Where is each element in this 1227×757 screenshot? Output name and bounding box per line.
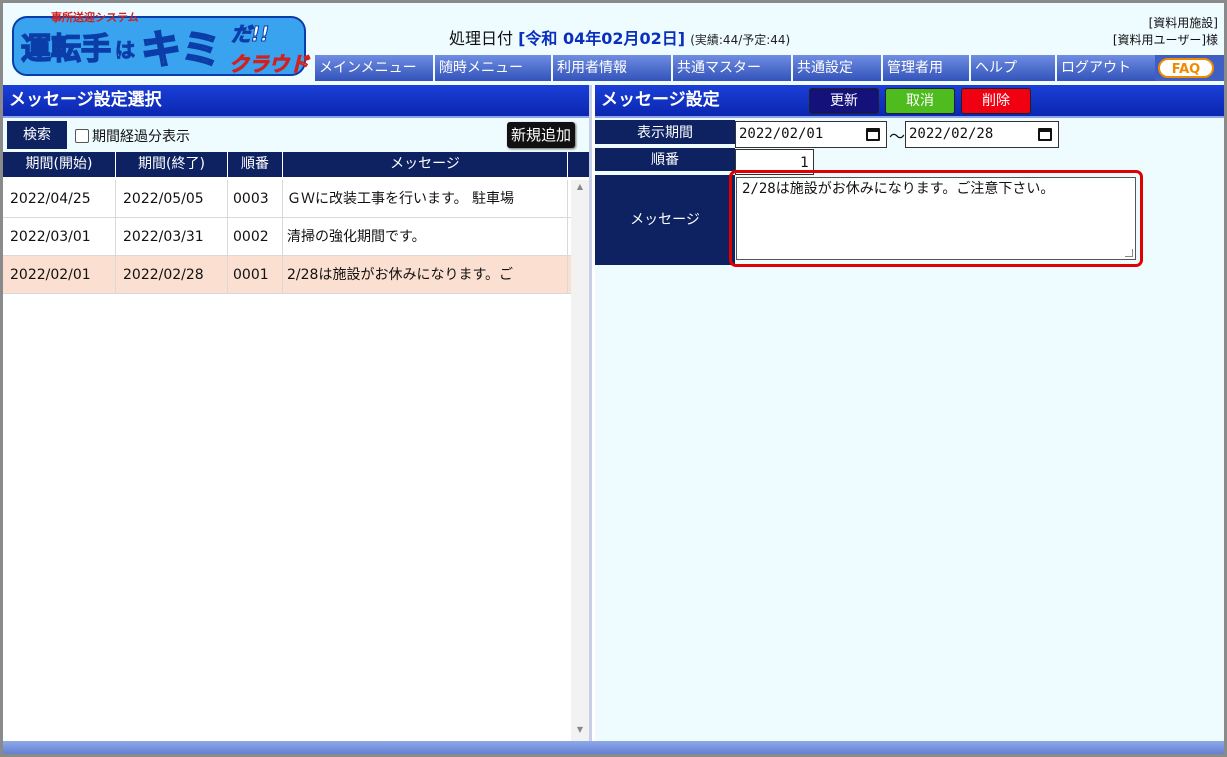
cell-order: 0002 (228, 218, 283, 255)
menu-common-settings[interactable]: 共通設定 (791, 55, 881, 81)
cell-end: 2022/03/31 (116, 218, 228, 255)
message-list-title: メッセージ設定選択 (3, 85, 589, 118)
period-end-value: 2022/02/28 (909, 126, 994, 142)
logo-text-a: 運転手 (21, 32, 111, 67)
col-end[interactable]: 期間(終了) (116, 152, 228, 177)
processing-date-value: [令和 04年02月02日] (518, 29, 686, 48)
cell-end: 2022/05/05 (116, 180, 228, 217)
elapsed-checkbox-label: 期間経過分表示 (92, 129, 190, 145)
processing-date: 処理日付 [令和 04年02月02日] (実績:44/予定:44) (449, 25, 790, 49)
menu-help[interactable]: ヘルプ (969, 55, 1055, 81)
main-menu: メインメニュー 随時メニュー 利用者情報 共通マスター 共通設定 管理者用 ヘル… (313, 55, 1224, 81)
cell-start: 2022/03/01 (3, 218, 116, 255)
menu-admin[interactable]: 管理者用 (881, 55, 969, 81)
cell-message: ＧＷに改装工事を行います。 駐車場 (283, 180, 568, 217)
search-bar: 検索 期間経過分表示 新規追加 (3, 118, 589, 152)
col-order[interactable]: 順番 (228, 152, 283, 177)
faq-icon: FAQ (1158, 58, 1214, 78)
table-row-selected[interactable]: 2022/02/01 2022/02/28 0001 2/28は施設がお休みにな… (3, 256, 589, 294)
message-edit-title: メッセージ設定 (601, 90, 720, 110)
menu-main[interactable]: メインメニュー (313, 55, 433, 81)
processing-date-label: 処理日付 (449, 29, 514, 48)
add-new-button[interactable]: 新規追加 (506, 122, 575, 148)
logo-tagline: 事所送迎システム (51, 10, 139, 24)
table-row[interactable]: 2022/04/25 2022/05/05 0003 ＧＷに改装工事を行います。… (3, 180, 589, 218)
col-start[interactable]: 期間(開始) (3, 152, 116, 177)
logo-text-e: クラウド (229, 52, 310, 76)
calendar-icon[interactable] (866, 128, 880, 141)
message-label: メッセージ (595, 175, 735, 265)
period-separator: ～ (889, 127, 906, 146)
col-message[interactable]: メッセージ (283, 152, 568, 177)
svg-text:FAQ: FAQ (1172, 62, 1201, 77)
message-edit-header: メッセージ設定 更新 取消 削除 (595, 85, 1224, 118)
message-textarea[interactable]: 2/28は施設がお休みになります。ご注意下さい。 (736, 177, 1136, 260)
menu-common-master[interactable]: 共通マスター (671, 55, 791, 81)
vertical-scrollbar[interactable]: ▲ ▼ (571, 180, 589, 741)
logo-text-c: キミ (141, 27, 221, 73)
user-info: [資料用施設] [資料用ユーザー]様 (1113, 15, 1218, 49)
elapsed-filter[interactable]: 期間経過分表示 (75, 126, 190, 146)
period-start-value: 2022/02/01 (739, 126, 824, 142)
table-header: 期間(開始) 期間(終了) 順番 メッセージ (3, 152, 589, 177)
order-label: 順番 (595, 148, 735, 173)
elapsed-checkbox[interactable] (75, 129, 89, 143)
update-button[interactable]: 更新 (809, 88, 879, 114)
calendar-icon[interactable] (1038, 128, 1052, 141)
period-end-input[interactable]: 2022/02/28 (905, 121, 1059, 148)
app-logo: 事所送迎システム 運転手 は キミ だ!! クラウド (12, 10, 310, 77)
cell-order: 0001 (228, 256, 283, 293)
message-list-panel: メッセージ設定選択 検索 期間経過分表示 新規追加 期間(開始) 期間(終了) … (3, 85, 592, 741)
app-window: 事所送迎システム 運転手 は キミ だ!! クラウド 処理日付 [令和 04年0… (0, 0, 1227, 757)
user-name: [資料用ユーザー]様 (1112, 33, 1218, 47)
delete-button[interactable]: 削除 (961, 88, 1031, 114)
period-start-input[interactable]: 2022/02/01 (735, 121, 887, 148)
facility-name: [資料用施設] (1148, 16, 1218, 30)
record-counts: (実績:44/予定:44) (690, 33, 791, 47)
cell-end: 2022/02/28 (116, 256, 228, 293)
scroll-up-icon[interactable]: ▲ (571, 180, 589, 194)
menu-logout[interactable]: ログアウト (1055, 55, 1155, 81)
footer-bar (3, 741, 1224, 754)
message-text: 2/28は施設がお休みになります。ご注意下さい。 (742, 181, 1055, 197)
logo-text-b: は (115, 38, 135, 62)
cell-order: 0003 (228, 180, 283, 217)
message-edit-panel: メッセージ設定 更新 取消 削除 表示期間 2022/02/01 ～ 2022/… (595, 85, 1224, 741)
cell-start: 2022/04/25 (3, 180, 116, 217)
scroll-down-icon[interactable]: ▼ (571, 723, 589, 737)
menu-user-info[interactable]: 利用者情報 (551, 55, 671, 81)
faq-button[interactable]: FAQ (1156, 57, 1216, 79)
cell-message: 清掃の強化期間です。 (283, 218, 568, 255)
cancel-button[interactable]: 取消 (885, 88, 955, 114)
cell-start: 2022/02/01 (3, 256, 116, 293)
table-row[interactable]: 2022/03/01 2022/03/31 0002 清掃の強化期間です。 (3, 218, 589, 256)
cell-message: 2/28は施設がお休みになります。ご (283, 256, 568, 293)
menu-anytime[interactable]: 随時メニュー (433, 55, 551, 81)
resize-handle-icon[interactable] (1125, 249, 1133, 257)
search-label: 検索 (7, 121, 67, 149)
logo-text-d: だ!! (231, 22, 269, 46)
header: 事所送迎システム 運転手 は キミ だ!! クラウド 処理日付 [令和 04年0… (3, 3, 1224, 85)
message-table: 2022/04/25 2022/05/05 0003 ＧＷに改装工事を行います。… (3, 180, 589, 741)
period-label: 表示期間 (595, 120, 735, 146)
